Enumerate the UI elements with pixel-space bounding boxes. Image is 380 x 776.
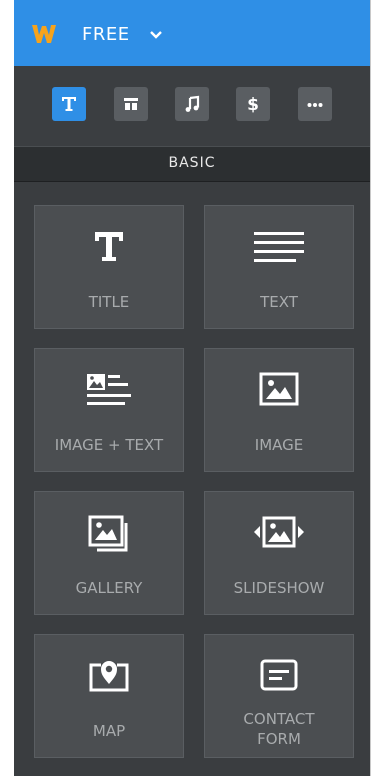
top-bar: FREE <box>14 0 370 66</box>
element-tile-gallery[interactable]: GALLERY <box>34 491 184 615</box>
tab-commerce[interactable]: $ <box>236 87 270 121</box>
slideshow-icon <box>254 516 304 548</box>
section-title: BASIC <box>168 155 216 171</box>
tile-label: CONTACT <box>243 710 315 728</box>
section-header: BASIC <box>14 146 370 182</box>
tab-basic[interactable] <box>52 87 86 121</box>
text-icon <box>254 232 304 262</box>
panel-border <box>370 0 371 776</box>
weebly-logo-icon[interactable] <box>30 22 58 46</box>
tab-media[interactable] <box>175 87 209 121</box>
element-tile-image-text[interactable]: IMAGE + TEXT <box>34 348 184 472</box>
contact-form-icon <box>260 659 298 691</box>
dollar-icon: $ <box>247 95 259 113</box>
element-tile-map[interactable]: MAP <box>34 634 184 758</box>
image-icon <box>259 372 299 406</box>
tile-label: MAP <box>92 722 126 740</box>
tile-label: TEXT <box>260 293 298 311</box>
tile-label: GALLERY <box>75 579 143 597</box>
tile-label: IMAGE <box>254 436 304 454</box>
elements-panel: FREE $ BASIC TITLE TEXT IMAGE + TEXT IMA… <box>14 0 370 776</box>
tile-label-line2: FORM <box>257 730 301 748</box>
gallery-icon <box>88 515 128 552</box>
tab-structure[interactable] <box>114 87 148 121</box>
element-tile-contact-form[interactable]: CONTACT FORM <box>204 634 354 758</box>
text-t-icon <box>62 97 76 111</box>
tab-more[interactable] <box>298 87 332 121</box>
element-tile-text[interactable]: TEXT <box>204 205 354 329</box>
plan-label[interactable]: FREE <box>82 24 130 45</box>
element-tile-slideshow[interactable]: SLIDESHOW <box>204 491 354 615</box>
svg-text:$: $ <box>247 95 259 113</box>
tile-label: TITLE <box>88 293 130 311</box>
tile-label: IMAGE + TEXT <box>54 436 164 454</box>
layout-icon <box>124 98 138 110</box>
music-icon <box>185 95 200 112</box>
chevron-down-icon[interactable] <box>150 30 162 40</box>
title-icon <box>95 232 123 261</box>
element-tile-image[interactable]: IMAGE <box>204 348 354 472</box>
map-icon <box>89 661 129 692</box>
element-tile-title[interactable]: TITLE <box>34 205 184 329</box>
more-dots-icon <box>307 103 323 107</box>
image-text-icon <box>87 374 131 405</box>
tile-label: SLIDESHOW <box>233 579 325 597</box>
